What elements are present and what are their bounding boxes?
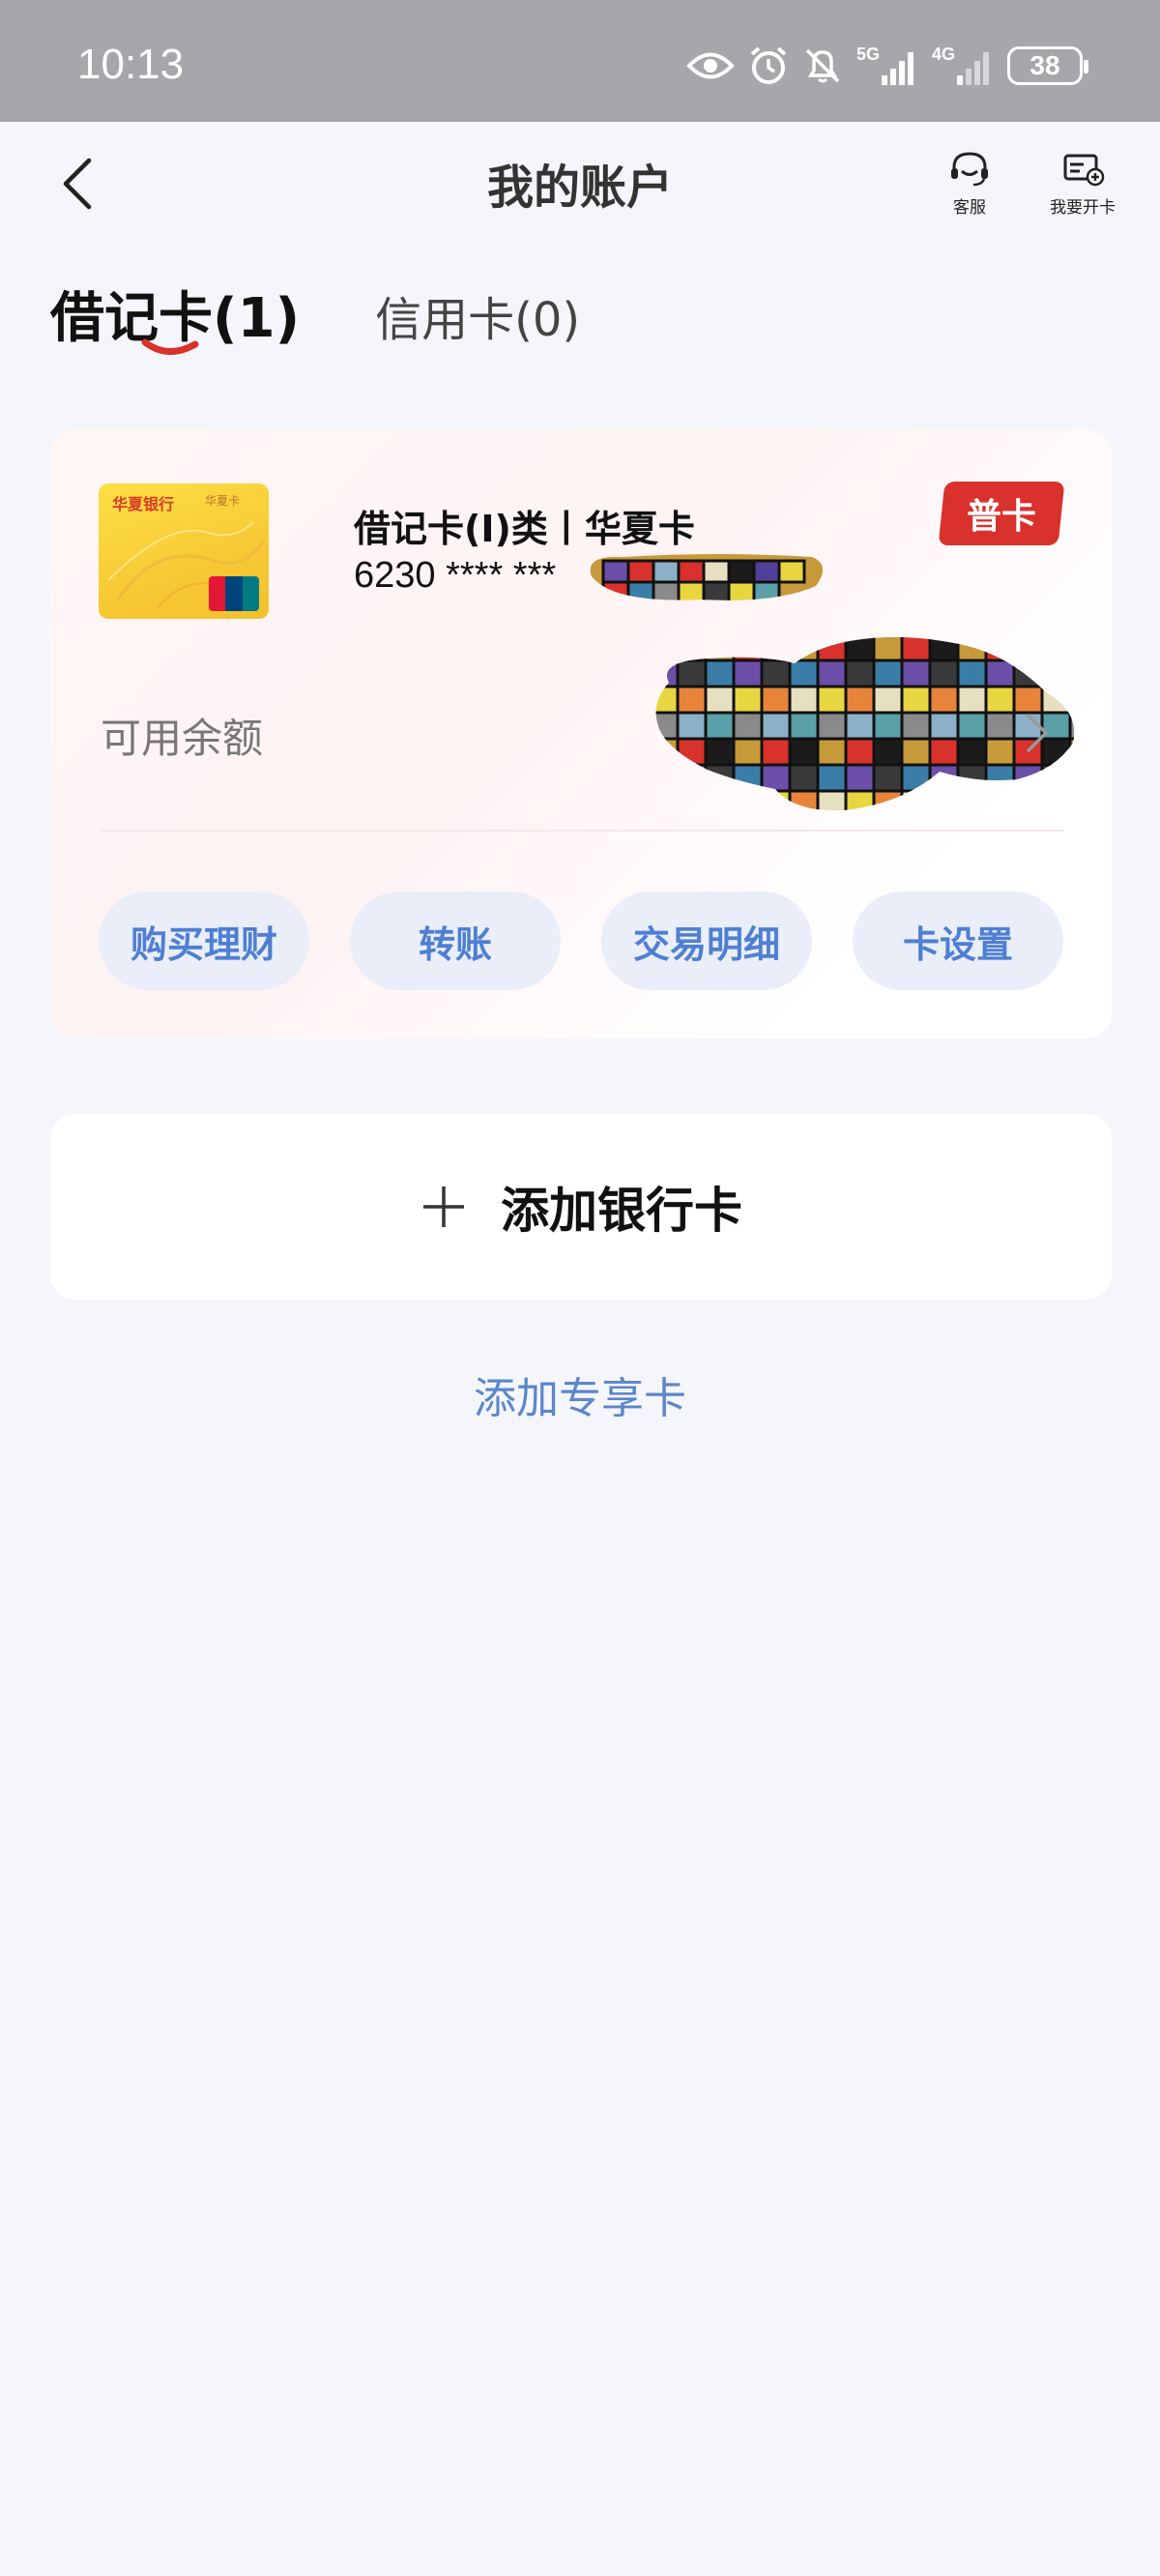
balance-detail-button[interactable] xyxy=(1023,712,1052,758)
header: 我的账户 客服 我要开卡 xyxy=(0,122,1160,236)
eye-icon xyxy=(686,52,735,79)
card-name: 借记卡(I)类丨华夏卡 xyxy=(354,508,695,550)
customer-service-button[interactable]: 客服 xyxy=(945,151,994,218)
tab-credit-label: 信用卡(0) xyxy=(375,293,581,347)
buy-wealth-button[interactable]: 购买理财 xyxy=(99,892,309,990)
card-level-badge: 普卡 xyxy=(938,482,1065,545)
headset-icon xyxy=(951,152,988,187)
add-exclusive-card-link[interactable]: 添加专享卡 xyxy=(0,1363,1160,1425)
svg-text:5G: 5G xyxy=(856,44,880,64)
battery-level: 38 xyxy=(1030,50,1060,80)
alarm-icon xyxy=(750,46,787,84)
transaction-details-button[interactable]: 交易明细 xyxy=(601,892,812,990)
balance-label: 可用余额 xyxy=(101,715,264,762)
add-bank-card-button[interactable]: 添加银行卡 xyxy=(50,1114,1112,1300)
card-actions: 购买理财 转账 交易明细 卡设置 xyxy=(99,892,1063,990)
card-level-label: 普卡 xyxy=(966,497,1036,537)
plus-icon xyxy=(423,1186,464,1227)
open-card-button[interactable]: 我要开卡 xyxy=(1044,151,1121,218)
status-icons: 5G 4G 38 xyxy=(686,44,1088,87)
card-add-icon xyxy=(1063,154,1105,187)
divider xyxy=(101,830,1063,832)
tab-active-indicator xyxy=(141,338,199,355)
transfer-button[interactable]: 转账 xyxy=(350,892,561,990)
card-settings-button[interactable]: 卡设置 xyxy=(853,892,1063,990)
tab-debit-card[interactable]: 借记卡(1) xyxy=(50,275,300,355)
chevron-right-icon xyxy=(1027,714,1048,752)
signal-4g-icon: 4G xyxy=(932,44,989,85)
card-image[interactable]: 华夏银行 华夏卡 xyxy=(99,483,269,619)
card-number: 6230 **** *** xyxy=(354,555,557,596)
battery-indicator: 38 xyxy=(1007,46,1088,85)
svg-text:4G: 4G xyxy=(932,44,955,64)
unionpay-logo xyxy=(209,576,259,611)
customer-service-label: 客服 xyxy=(953,198,986,218)
signal-5g-icon: 5G xyxy=(856,44,914,85)
add-bank-card-label: 添加银行卡 xyxy=(501,1183,742,1239)
status-time: 10:13 xyxy=(77,41,185,88)
status-bar: 10:13 5G 4G 38 xyxy=(0,0,1160,122)
mute-bell-icon xyxy=(805,48,840,83)
tab-credit-card[interactable]: 信用卡(0) xyxy=(375,281,580,349)
redaction-mosaic-card-number xyxy=(590,554,824,600)
card-type-tabs: 借记卡(1) 信用卡(0) xyxy=(50,275,580,355)
open-card-label: 我要开卡 xyxy=(1050,198,1116,218)
debit-card-panel: 华夏银行 华夏卡 借记卡(I)类丨华夏卡 6230 **** *** 普卡 可用… xyxy=(50,429,1112,1039)
